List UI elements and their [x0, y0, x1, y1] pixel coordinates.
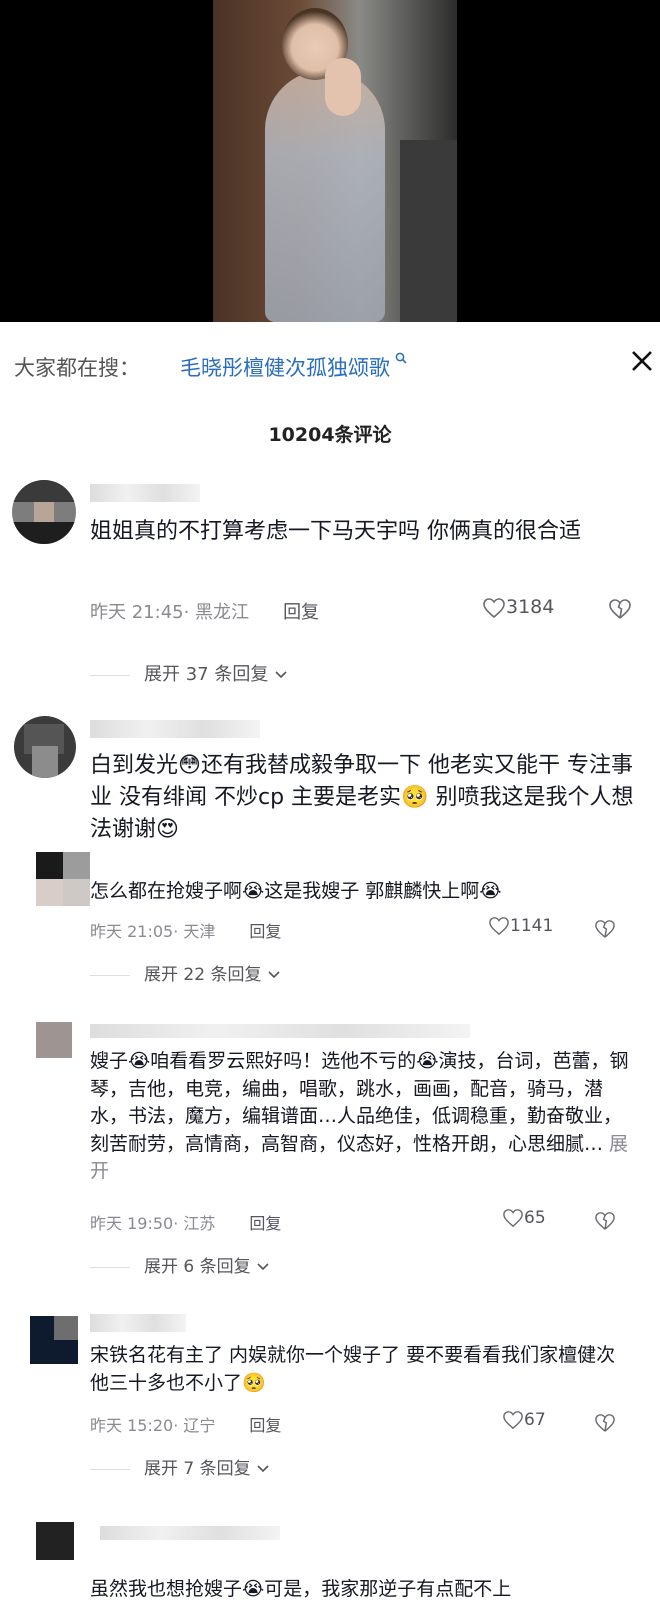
chevron-down-icon — [274, 664, 288, 685]
comment-time: 昨天 21:05 — [90, 922, 174, 941]
broken-heart-icon[interactable] — [594, 918, 616, 939]
crying-face-emoji: 😭 — [479, 880, 502, 902]
expand-replies-button[interactable]: 展开 7 条回复 — [90, 1454, 270, 1479]
avatar[interactable] — [36, 852, 90, 906]
like-button[interactable]: 65 — [502, 1208, 546, 1228]
reply-button[interactable]: 回复 — [283, 602, 319, 623]
video-background — [400, 140, 457, 322]
like-count: 3184 — [506, 596, 555, 618]
expand-replies-label: 展开 7 条回复 — [144, 1459, 251, 1479]
pleading-face-emoji: 🥺 — [242, 1371, 266, 1394]
comment-meta: 昨天 15:20· 辽宁 回复 — [90, 1412, 281, 1436]
username-blurred[interactable] — [90, 1314, 186, 1332]
comment-location: · 辽宁 — [173, 1416, 216, 1435]
comment-text-part: 虽然我也想抢嫂子 — [90, 1578, 243, 1600]
comment-time: 昨天 15:20 — [90, 1416, 174, 1435]
heart-outline-icon — [502, 1410, 524, 1430]
username-blurred[interactable] — [90, 484, 200, 502]
comment-text-part: 嫂子 — [90, 1050, 129, 1072]
comment-time: 昨天 21:45 — [90, 602, 184, 623]
heart-eyes-emoji: 😍 — [156, 816, 179, 842]
chevron-down-icon — [267, 965, 281, 985]
broken-heart-icon[interactable] — [608, 598, 632, 620]
username-blurred[interactable] — [90, 1024, 470, 1038]
like-count: 1141 — [510, 916, 554, 936]
chevron-down-icon — [256, 1257, 270, 1277]
heart-outline-icon — [482, 596, 506, 618]
comment-text: 嫂子😭咱看看罗云熙好吗！选他不亏的😭演技，台词，芭蕾，钢琴，吉他，电竞，编曲，唱… — [90, 1048, 638, 1186]
avatar[interactable] — [30, 1316, 78, 1364]
like-button[interactable]: 1141 — [488, 916, 553, 936]
comment-meta: 昨天 21:45· 黑龙江 回复 — [90, 598, 319, 624]
close-icon[interactable] — [627, 346, 657, 376]
comment-text-part: 可是，我家那逆子有点配不上 — [264, 1578, 512, 1600]
comment-time: 昨天 19:50 — [90, 1214, 174, 1233]
reply-button[interactable]: 回复 — [249, 1214, 281, 1233]
avatar[interactable] — [36, 1522, 74, 1560]
divider-line — [90, 674, 130, 676]
crying-face-emoji: 😭 — [128, 1050, 151, 1072]
video-person — [265, 70, 385, 322]
flushed-face-emoji: 😳 — [178, 753, 201, 778]
comment-text: 宋铁名花有主了 内娱就你一个嫂子了 要不要看看我们家檀健次 他三十多也不小了🥺 — [90, 1342, 638, 1397]
comment-meta: 昨天 19:50· 江苏 回复 — [90, 1210, 281, 1234]
like-count: 67 — [524, 1410, 546, 1430]
crying-face-emoji: 😭 — [416, 1050, 439, 1072]
expand-replies-button[interactable]: 展开 37 条回复 — [90, 660, 288, 686]
expand-replies-button[interactable]: 展开 22 条回复 — [90, 960, 281, 985]
comment-text: 怎么都在抢嫂子啊😭这是我嫂子 郭麒麟快上啊😭 — [90, 878, 640, 906]
reply-button[interactable]: 回复 — [249, 1416, 281, 1435]
search-prefix: 大家都在搜： — [14, 356, 140, 380]
divider-line — [90, 1266, 130, 1268]
heart-outline-icon — [502, 1208, 524, 1228]
comment-text: 姐姐真的不打算考虑一下马天宇吗 你俩真的很合适 — [90, 519, 581, 544]
expand-replies-label: 展开 22 条回复 — [144, 965, 262, 985]
comment-location: · 天津 — [173, 922, 216, 941]
like-count: 65 — [524, 1208, 546, 1228]
search-suggestion-link[interactable]: 毛晓彤檀健次孤独颂歌 — [180, 352, 407, 382]
crying-face-emoji: 😭 — [242, 880, 265, 902]
search-icon — [391, 352, 407, 368]
like-button[interactable]: 3184 — [482, 596, 554, 619]
video-person-hand — [325, 58, 361, 116]
comment-text-part: 这是我嫂子 郭麒麟快上啊 — [264, 880, 480, 902]
comment-text: 白到发光😳还有我替成毅争取一下 他老实又能干 专注事业 没有绯闻 不炒cp 主要… — [90, 750, 645, 846]
like-button[interactable]: 67 — [502, 1410, 546, 1430]
crying-face-emoji: 😭 — [242, 1578, 265, 1600]
expand-replies-label: 展开 37 条回复 — [144, 664, 269, 685]
comment-meta: 昨天 21:05· 天津 回复 — [90, 918, 281, 942]
comment-text-part: 宋铁名花有主了 内娱就你一个嫂子了 要不要看看我们家檀健次 他三十多也不小了 — [90, 1344, 616, 1394]
comment-text-part: 咱看看罗云熙好吗！选他不亏的 — [150, 1050, 417, 1072]
avatar[interactable] — [14, 716, 76, 778]
heart-outline-icon — [488, 916, 510, 936]
comment-text-part: 怎么都在抢嫂子啊 — [90, 880, 243, 902]
divider-line — [90, 1468, 130, 1470]
comment-text: 虽然我也想抢嫂子😭可是，我家那逆子有点配不上 — [90, 1576, 650, 1604]
expand-replies-label: 展开 6 条回复 — [144, 1257, 251, 1277]
search-term-text: 毛晓彤檀健次孤独颂歌 — [180, 356, 390, 380]
broken-heart-icon[interactable] — [594, 1412, 616, 1433]
comment-location: · 江苏 — [173, 1214, 216, 1233]
username-blurred[interactable] — [90, 720, 260, 738]
broken-heart-icon[interactable] — [594, 1210, 616, 1231]
expand-replies-button[interactable]: 展开 6 条回复 — [90, 1252, 270, 1277]
divider-line — [90, 974, 130, 976]
chevron-down-icon — [256, 1459, 270, 1479]
avatar[interactable] — [36, 1022, 72, 1058]
comment-location: · 黑龙江 — [183, 602, 250, 623]
reply-button[interactable]: 回复 — [249, 922, 281, 941]
video-player[interactable] — [0, 0, 660, 322]
comment-text-part: 白到发光 — [90, 753, 179, 778]
username-blurred[interactable] — [100, 1526, 280, 1540]
avatar[interactable] — [12, 480, 76, 544]
pleading-face-emoji: 🥺 — [401, 784, 429, 810]
comment-count: 10204条评论 — [268, 424, 392, 446]
